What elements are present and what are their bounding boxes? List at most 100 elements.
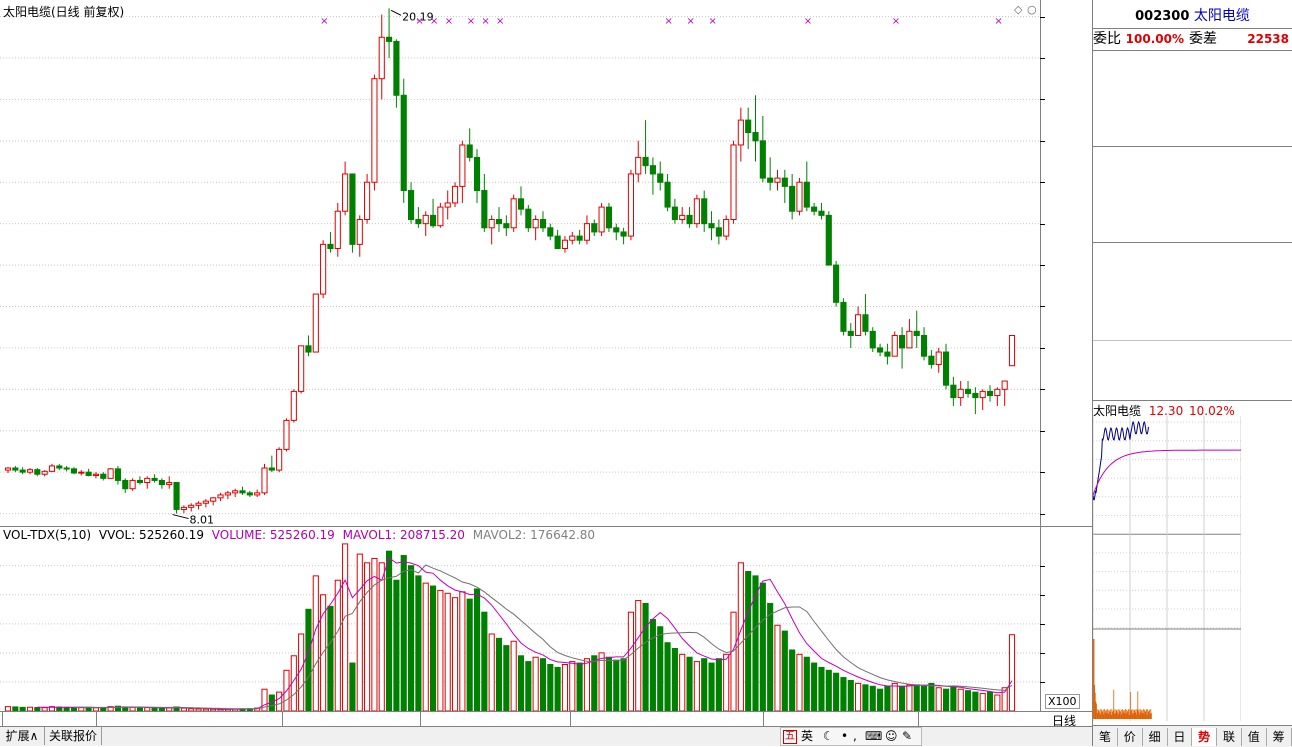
- candle-body: [136, 479, 143, 484]
- candle-body: [693, 198, 700, 225]
- candle-body: [671, 206, 678, 221]
- volume-bar: [525, 661, 532, 711]
- ime-english-icon[interactable]: 英: [801, 728, 813, 745]
- mini-intraday-chart[interactable]: [1093, 416, 1241, 721]
- candle-body: [730, 144, 737, 221]
- candle-body: [364, 181, 371, 221]
- side-tab[interactable]: 筹: [1267, 728, 1292, 746]
- webi-label: 委比: [1093, 31, 1121, 47]
- candle-body: [642, 156, 649, 167]
- candle-body: [173, 482, 180, 510]
- dot-icon[interactable]: •: [841, 728, 848, 745]
- candle-body: [261, 467, 268, 494]
- volume-bar: [627, 611, 634, 711]
- candle-body: [979, 390, 986, 399]
- side-tab[interactable]: 日: [1167, 728, 1193, 746]
- volume-bar: [796, 653, 803, 711]
- candle-body: [473, 156, 481, 192]
- volume-chart[interactable]: [0, 541, 1040, 711]
- candle-body: [752, 132, 759, 142]
- side-tab[interactable]: 值: [1242, 728, 1267, 746]
- candle-body: [202, 500, 209, 504]
- candle-body: [679, 214, 686, 221]
- candle-body: [1001, 380, 1008, 390]
- candle-body: [715, 227, 722, 237]
- side-tab[interactable]: 细: [1143, 728, 1168, 746]
- volume-bar: [642, 602, 649, 711]
- divider: [1093, 340, 1292, 341]
- main-price-chart[interactable]: 20.19 8.01 × × × × × × × × × × × × × 太阳电缆(日线 前复权) ◇ ○: [0, 0, 1040, 526]
- candle-body: [833, 264, 840, 303]
- moon-icon[interactable]: ☾: [823, 728, 834, 745]
- candle-body: [429, 214, 437, 227]
- close-icon[interactable]: ○: [1027, 3, 1037, 16]
- tab-related-quote[interactable]: 关联报价: [45, 727, 102, 745]
- candle-body: [305, 345, 312, 353]
- comma-icon[interactable]: ,: [853, 728, 857, 745]
- volume-bar: [869, 685, 876, 711]
- candle-body: [70, 468, 78, 474]
- candle-body: [371, 78, 378, 183]
- webi-value: 100.00%: [1125, 32, 1184, 46]
- volume-bar: [671, 648, 678, 711]
- volume-bar: [994, 694, 1001, 711]
- candle-body: [569, 235, 576, 241]
- volume-bar: [649, 618, 656, 711]
- price-axis-tick: [1040, 57, 1045, 59]
- side-tab[interactable]: 价: [1118, 728, 1143, 746]
- candle-body: [840, 301, 847, 332]
- volume-pane-divider: [0, 526, 1092, 527]
- candle-body: [576, 235, 583, 241]
- volume-bar: [737, 562, 744, 711]
- volume-bar: [356, 553, 363, 711]
- candle-body: [422, 214, 429, 225]
- candle-body: [437, 206, 444, 227]
- candle-body: [298, 345, 305, 392]
- price-axis-tick: [1040, 182, 1045, 184]
- stat-row: [1093, 282, 1292, 301]
- candle-body: [158, 479, 165, 486]
- candle-body: [972, 392, 979, 399]
- volume-bar: [957, 688, 964, 711]
- side-tab[interactable]: 势: [1192, 728, 1218, 746]
- tab-extend[interactable]: 扩展∧: [0, 727, 45, 745]
- side-tab[interactable]: 联: [1217, 728, 1242, 746]
- webi-row: 委比 100.00% 委差 22538: [1093, 30, 1292, 49]
- candle-body: [107, 468, 114, 479]
- keyboard-icon[interactable]: ⌨: [865, 728, 882, 745]
- volume-bar: [547, 664, 554, 711]
- ime-wubi-icon[interactable]: 五: [783, 730, 797, 744]
- candle-body: [290, 390, 297, 421]
- volume-bar: [891, 682, 898, 711]
- diamond-icon[interactable]: ◇: [1014, 3, 1022, 16]
- volume-bar: [415, 575, 422, 711]
- candle-body: [781, 177, 788, 187]
- volume-bar: [789, 649, 796, 711]
- candle-body: [869, 330, 876, 349]
- event-marker: ×: [445, 16, 453, 27]
- volume-bar: [942, 688, 950, 711]
- volume-bar: [811, 662, 818, 711]
- volume-axis-tick: [1040, 594, 1045, 596]
- candle-body: [855, 314, 862, 336]
- buy-row: [1093, 204, 1292, 223]
- candle-body: [129, 479, 136, 490]
- candlestick-chart[interactable]: 20.198.01× × × × × × × × × × × × ×: [0, 0, 1040, 526]
- stat-row: [1093, 244, 1292, 263]
- volume-bar: [781, 630, 788, 711]
- sell-row: [1093, 127, 1292, 146]
- volume-bar: [539, 658, 547, 711]
- side-tab[interactable]: 笔: [1093, 728, 1118, 746]
- mini-price-line: [1093, 420, 1149, 501]
- candle-body: [928, 355, 935, 365]
- volume-bar: [371, 557, 378, 711]
- volume-bar: [334, 579, 341, 711]
- wrench-icon[interactable]: ✎: [902, 728, 912, 745]
- candle-body: [877, 347, 884, 353]
- buy-row: [1093, 166, 1292, 185]
- sell-row: [1093, 108, 1292, 127]
- candle-body: [620, 231, 627, 237]
- buy-row: [1093, 147, 1292, 166]
- stock-code: 002300: [1135, 9, 1190, 24]
- user-icon[interactable]: ☺: [885, 728, 898, 745]
